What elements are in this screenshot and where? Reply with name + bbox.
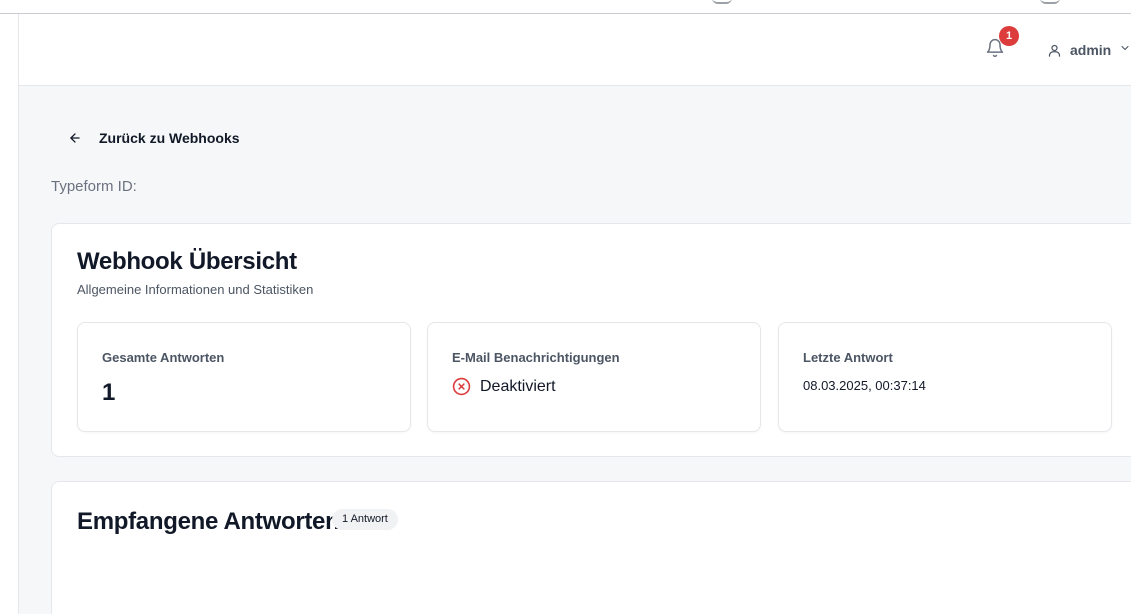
user-menu-button[interactable]: admin bbox=[1047, 40, 1131, 60]
top-header: 1 admin bbox=[19, 14, 1131, 86]
user-name: admin bbox=[1070, 42, 1112, 58]
webhook-overview-card: Webhook Übersicht Allgemeine Information… bbox=[51, 223, 1131, 457]
notification-badge: 1 bbox=[999, 26, 1019, 46]
typeform-id-label: Typeform ID: bbox=[51, 178, 137, 195]
arrow-left-icon bbox=[70, 133, 80, 143]
x-circle-icon bbox=[452, 377, 471, 396]
stat-label: E-Mail Benachrichtigungen bbox=[452, 350, 620, 365]
responses-title: Empfangene Antworten bbox=[77, 508, 340, 535]
response-count-badge: 1 Antwort bbox=[332, 509, 398, 530]
stat-card-total-responses: Gesamte Antworten 1 bbox=[77, 322, 411, 432]
overview-title: Webhook Übersicht bbox=[77, 248, 297, 275]
stat-value: 1 bbox=[102, 379, 116, 406]
stat-card-last-response: Letzte Antwort 08.03.2025, 00:37:14 bbox=[778, 322, 1112, 432]
stat-card-email-notifications: E-Mail Benachrichtigungen Deaktiviert bbox=[427, 322, 761, 432]
received-responses-card: Empfangene Antworten 1 Antwort bbox=[51, 481, 1131, 614]
sidebar bbox=[0, 14, 19, 614]
last-response-timestamp: 08.03.2025, 00:37:14 bbox=[803, 378, 926, 393]
back-link-label: Zurück zu Webhooks bbox=[99, 130, 240, 146]
back-to-webhooks-link[interactable]: Zurück zu Webhooks bbox=[68, 129, 240, 147]
browser-top-strip bbox=[0, 0, 1131, 14]
chevron-down-icon bbox=[1119, 41, 1131, 59]
clipped-text-fragment bbox=[1040, 0, 1060, 4]
stat-label: Letzte Antwort bbox=[803, 350, 893, 365]
stat-label: Gesamte Antworten bbox=[102, 350, 225, 365]
clipped-text-fragment bbox=[712, 0, 732, 4]
email-status: Deaktiviert bbox=[452, 377, 556, 396]
email-status-text: Deaktiviert bbox=[480, 377, 556, 395]
user-icon bbox=[1048, 44, 1061, 57]
overview-subtitle: Allgemeine Informationen und Statistiken bbox=[77, 282, 314, 297]
